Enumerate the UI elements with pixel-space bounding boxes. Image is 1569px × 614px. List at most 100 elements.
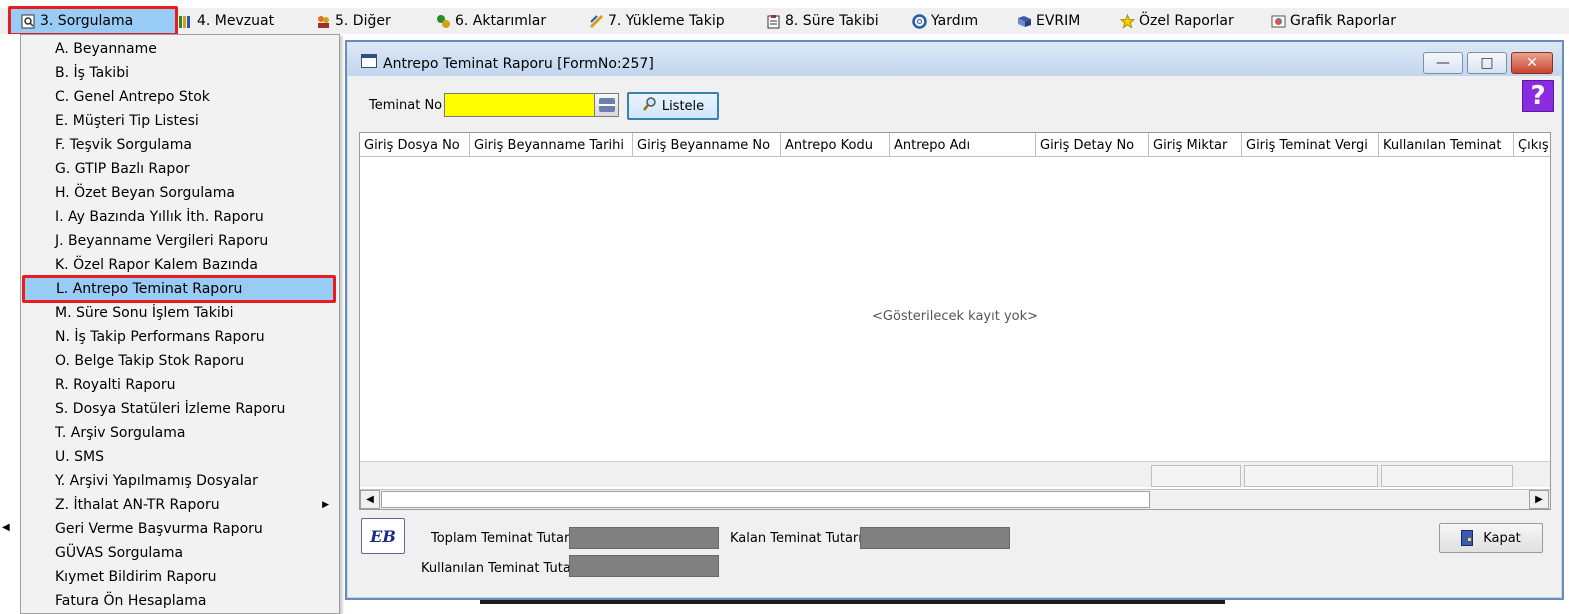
menu-item-label: J. Beyanname Vergileri Raporu [55, 233, 269, 249]
help-button[interactable]: ? [1522, 80, 1554, 112]
menu-item-gtip-bazli-rapor[interactable]: G. GTIP Bazlı Rapor [21, 157, 339, 181]
eb-logo-button[interactable]: EB [361, 518, 405, 554]
clipboard-icon [766, 14, 781, 29]
col-cikis[interactable]: Çıkış [1514, 133, 1550, 157]
chevron-left-icon[interactable]: ◀ [2, 522, 10, 533]
kalan-teminat-value [860, 527, 1010, 549]
menu-item-tesvik-sorgulama[interactable]: F. Teşvik Sorgulama [21, 133, 339, 157]
menu-item-label: K. Özel Rapor Kalem Bazında [55, 257, 258, 273]
menu-item-ozet-beyan-sorgulama[interactable]: H. Özet Beyan Sorgulama [21, 181, 339, 205]
maximize-icon: □ [1480, 55, 1494, 71]
menu-sorgulama[interactable]: 3. Sorgulama [8, 6, 178, 36]
teminat-lookup-button[interactable] [594, 93, 619, 117]
kapat-button[interactable]: Kapat [1439, 523, 1543, 553]
pencil-ruler-icon [589, 14, 604, 29]
kullanilan-teminat-label: Kullanılan Teminat Tutarı [421, 561, 580, 576]
menu-item-label: E. Müşteri Tip Listesi [55, 113, 199, 129]
scroll-thumb[interactable] [381, 491, 1150, 508]
menu-item-label: Fatura Ön Hesaplama [55, 593, 207, 609]
taskbar-edge [480, 600, 1225, 604]
lifebuoy-icon [912, 13, 927, 29]
menu-label: EVRIM [1036, 13, 1081, 29]
listele-button[interactable]: Listele [627, 92, 719, 120]
col-giris-beyanname-no[interactable]: Giriş Beyanname No [633, 133, 781, 157]
menu-item-antrepo-teminat-raporu[interactable]: L. Antrepo Teminat Raporu [22, 275, 336, 303]
col-giris-detay-no[interactable]: Giriş Detay No [1036, 133, 1149, 157]
close-button[interactable]: ✕ [1511, 52, 1553, 74]
scroll-right-icon[interactable]: ▶ [1529, 490, 1549, 509]
scroll-left-icon[interactable]: ◀ [360, 490, 380, 509]
menu-grafik-raporlar[interactable]: Grafik Raporlar [1271, 8, 1396, 34]
question-icon: ? [1530, 81, 1546, 111]
menu-item-label: Y. Arşivi Yapılmamış Dosyalar [55, 473, 258, 489]
book-icon [1017, 14, 1032, 29]
menu-item-arsivi-yapilmamis[interactable]: Y. Arşivi Yapılmamış Dosyalar [21, 469, 339, 493]
antrepo-teminat-window: Antrepo Teminat Raporu [FormNo:257] — □ … [345, 40, 1564, 600]
menu-item-label: O. Belge Takip Stok Raporu [55, 353, 245, 369]
menu-item-geri-verme[interactable]: Geri Verme Başvurma Raporu [21, 517, 339, 541]
menu-sure-takibi[interactable]: 8. Süre Takibi [766, 8, 879, 34]
col-antrepo-adi[interactable]: Antrepo Adı [890, 133, 1036, 157]
col-antrepo-kodu[interactable]: Antrepo Kodu [781, 133, 890, 157]
menu-item-label: R. Royalti Raporu [55, 377, 176, 393]
eb-logo-icon: EB [370, 526, 396, 546]
books-icon [178, 14, 193, 29]
menu-item-guvas-sorgulama[interactable]: GÜVAS Sorgulama [21, 541, 339, 565]
listele-label: Listele [661, 98, 705, 114]
menu-aktarimlar[interactable]: 6. Aktarımlar [436, 8, 546, 34]
menu-item-belge-takip-stok[interactable]: O. Belge Takip Stok Raporu [21, 349, 339, 373]
horizontal-scrollbar[interactable]: ◀ ▶ [360, 489, 1550, 509]
menu-ozel-raporlar[interactable]: Özel Raporlar [1119, 8, 1234, 34]
col-giris-beyanname-tarihi[interactable]: Giriş Beyanname Tarihi [470, 133, 633, 157]
toplam-teminat-value [569, 527, 719, 549]
grid-empty-message: <Gösterilecek kayıt yok> [871, 309, 1039, 324]
grid-summary-row [360, 461, 1550, 487]
menu-item-sure-sonu-islem[interactable]: M. Süre Sonu İşlem Takibi [21, 301, 339, 325]
chart-icon [1271, 14, 1286, 29]
minimize-button[interactable]: — [1423, 52, 1463, 74]
sorgulama-dropdown: A. Beyanname B. İş Takibi C. Genel Antre… [20, 34, 340, 614]
menu-item-beyanname[interactable]: A. Beyanname [21, 37, 339, 61]
results-grid[interactable]: Giriş Dosya No Giriş Beyanname Tarihi Gi… [359, 132, 1551, 510]
menu-item-label: S. Dosya Statüleri İzleme Raporu [55, 401, 286, 417]
menu-item-arsiv-sorgulama[interactable]: T. Arşiv Sorgulama [21, 421, 339, 445]
menu-item-royalti-raporu[interactable]: R. Royalti Raporu [21, 373, 339, 397]
col-giris-miktar[interactable]: Giriş Miktar [1149, 133, 1242, 157]
menu-item-is-takip-performans[interactable]: N. İş Takip Performans Raporu [21, 325, 339, 349]
menu-item-ozel-rapor-kalem[interactable]: K. Özel Rapor Kalem Bazında [21, 253, 339, 277]
col-kullanilan-teminat[interactable]: Kullanılan Teminat [1379, 133, 1514, 157]
menu-item-sms[interactable]: U. SMS [21, 445, 339, 469]
menu-item-label: L. Antrepo Teminat Raporu [56, 281, 243, 297]
menu-yardim[interactable]: Yardım [912, 8, 978, 34]
menu-item-musteri-tip-listesi[interactable]: E. Müşteri Tip Listesi [21, 109, 339, 133]
menubar: 3. Sorgulama 4. Mevzuat 5. Diğer 6. Akta… [0, 6, 1569, 36]
menu-label: 7. Yükleme Takip [608, 13, 725, 29]
kalan-teminat-label: Kalan Teminat Tutarı [730, 531, 862, 546]
menu-item-label: C. Genel Antrepo Stok [55, 89, 210, 105]
col-giris-dosya-no[interactable]: Giriş Dosya No [360, 133, 470, 157]
menu-item-dosya-statuleri[interactable]: S. Dosya Statüleri İzleme Raporu [21, 397, 339, 421]
menu-label: 8. Süre Takibi [785, 13, 879, 29]
menu-item-label: M. Süre Sonu İşlem Takibi [55, 305, 234, 321]
menu-item-ithalat-an-tr[interactable]: Z. İthalat AN-TR Raporu ▶ [21, 493, 339, 517]
menu-item-is-takibi[interactable]: B. İş Takibi [21, 61, 339, 85]
menu-item-beyanname-vergileri[interactable]: J. Beyanname Vergileri Raporu [21, 229, 339, 253]
menu-item-label: GÜVAS Sorgulama [55, 545, 184, 561]
menu-item-label: Kıymet Bildirim Raporu [55, 569, 217, 585]
menu-item-ay-bazinda-yillik[interactable]: I. Ay Bazında Yıllık İth. Raporu [21, 205, 339, 229]
summary-cell [1244, 465, 1378, 487]
menu-diger[interactable]: 5. Diğer [316, 8, 391, 34]
magnifier-doc-icon [21, 14, 36, 29]
menu-item-genel-antrepo-stok[interactable]: C. Genel Antrepo Stok [21, 85, 339, 109]
col-giris-teminat-vergi[interactable]: Giriş Teminat Vergi [1242, 133, 1379, 157]
teminat-no-input[interactable] [444, 93, 619, 117]
window-titlebar[interactable]: Antrepo Teminat Raporu [FormNo:257] — □ … [347, 42, 1562, 76]
menu-evrim[interactable]: EVRIM [1017, 8, 1080, 34]
menu-item-fatura-on-hesaplama[interactable]: Fatura Ön Hesaplama [21, 589, 339, 613]
maximize-button[interactable]: □ [1467, 52, 1507, 74]
menu-yukleme-takip[interactable]: 7. Yükleme Takip [589, 8, 725, 34]
menu-item-label: I. Ay Bazında Yıllık İth. Raporu [55, 209, 264, 225]
menu-label: 4. Mevzuat [197, 13, 275, 29]
menu-mevzuat[interactable]: 4. Mevzuat [178, 8, 274, 34]
menu-item-kiymet-bildirim[interactable]: Kıymet Bildirim Raporu [21, 565, 339, 589]
